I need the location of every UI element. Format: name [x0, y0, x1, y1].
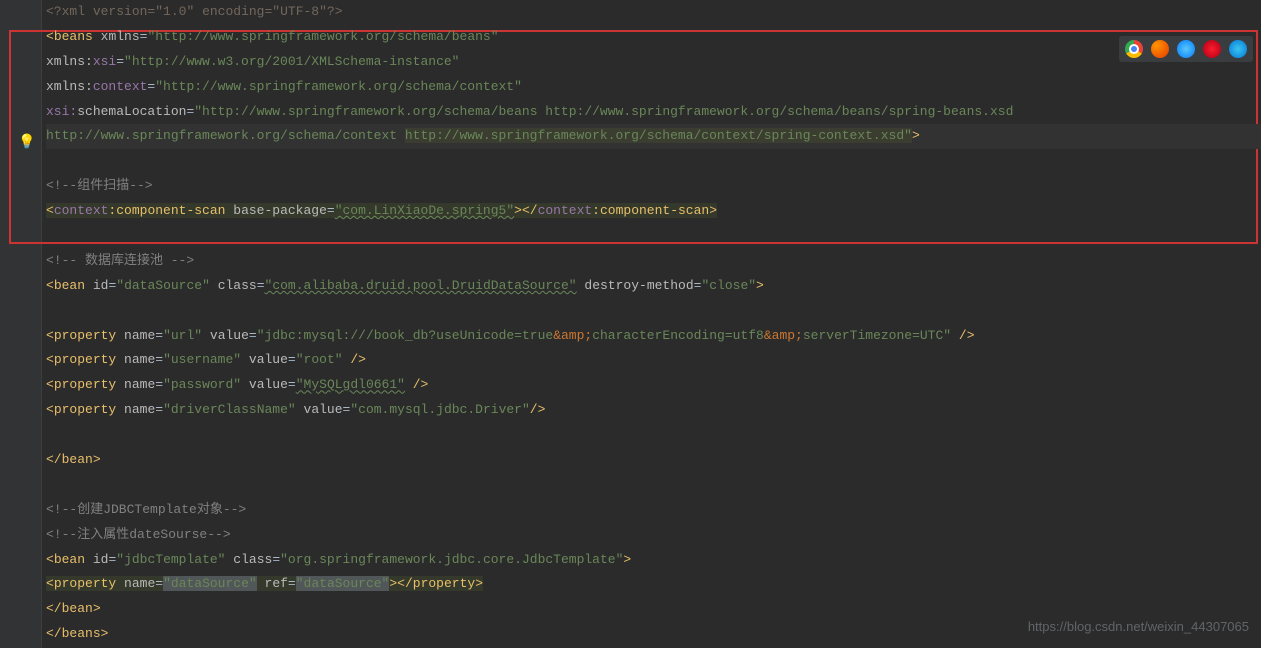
- code-line: <property name="username" value="root" /…: [46, 348, 1261, 373]
- editor-gutter: [0, 0, 42, 648]
- code-line: <!--创建JDBCTemplate对象-->: [46, 498, 1261, 523]
- watermark-text: https://blog.csdn.net/weixin_44307065: [1028, 615, 1249, 640]
- code-line: <property name="driverClassName" value="…: [46, 398, 1261, 423]
- ie-icon[interactable]: [1229, 40, 1247, 58]
- chrome-icon[interactable]: [1125, 40, 1143, 58]
- code-line: <bean id="dataSource" class="com.alibaba…: [46, 274, 1261, 299]
- code-line: </bean>: [46, 448, 1261, 473]
- intention-bulb-icon[interactable]: 💡: [18, 130, 35, 157]
- code-line: <!--注入属性dateSourse-->: [46, 523, 1261, 548]
- code-line: xmlns:context="http://www.springframewor…: [46, 75, 1261, 100]
- code-line: http://www.springframework.org/schema/co…: [46, 124, 1261, 149]
- code-line: <context:component-scan base-package="co…: [46, 199, 1261, 224]
- code-line: <property name="url" value="jdbc:mysql:/…: [46, 324, 1261, 349]
- code-line: xsi:schemaLocation="http://www.springfra…: [46, 100, 1261, 125]
- browser-icons-panel: [1119, 36, 1253, 62]
- code-line: [46, 299, 1261, 324]
- code-line: <?xml version="1.0" encoding="UTF-8"?>: [46, 0, 1261, 25]
- code-line: [46, 149, 1261, 174]
- code-line: <property name="dataSource" ref="dataSou…: [46, 572, 1261, 597]
- code-editor[interactable]: <?xml version="1.0" encoding="UTF-8"?> <…: [46, 0, 1261, 647]
- code-line: <!--组件扫描-->: [46, 174, 1261, 199]
- code-line: <bean id="jdbcTemplate" class="org.sprin…: [46, 548, 1261, 573]
- code-line: xmlns:xsi="http://www.w3.org/2001/XMLSch…: [46, 50, 1261, 75]
- code-line: <!-- 数据库连接池 -->: [46, 249, 1261, 274]
- code-line: <beans xmlns="http://www.springframework…: [46, 25, 1261, 50]
- code-line: [46, 423, 1261, 448]
- firefox-icon[interactable]: [1151, 40, 1169, 58]
- safari-icon[interactable]: [1177, 40, 1195, 58]
- code-line: [46, 224, 1261, 249]
- code-line: [46, 473, 1261, 498]
- opera-icon[interactable]: [1203, 40, 1221, 58]
- code-line: <property name="password" value="MySQLgd…: [46, 373, 1261, 398]
